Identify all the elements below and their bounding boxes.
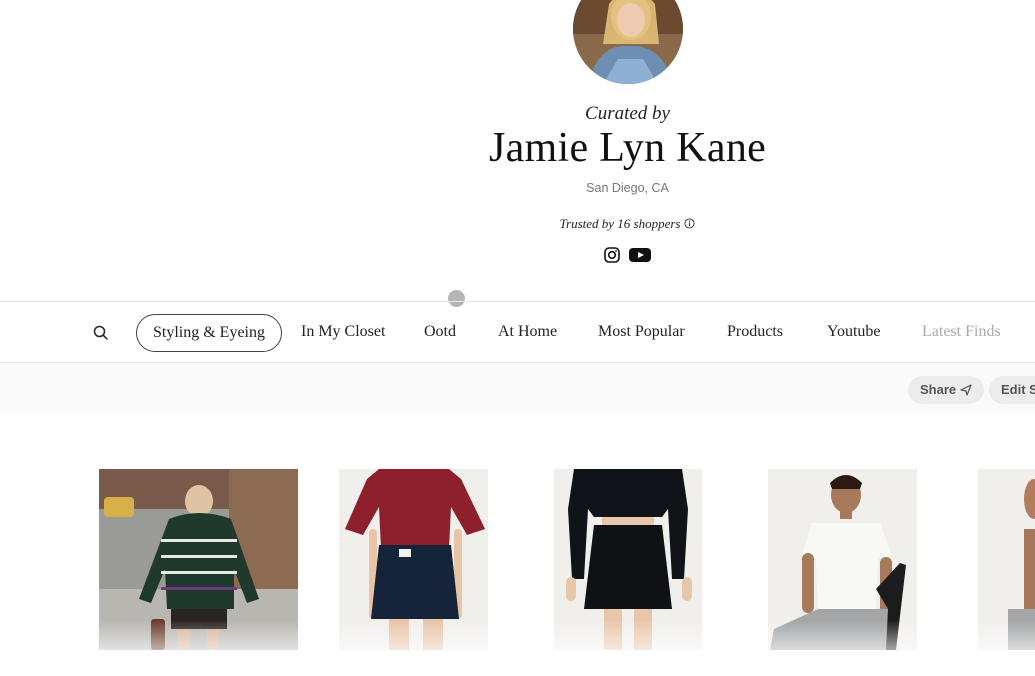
edit-button[interactable]: Edit S [989, 376, 1035, 404]
send-icon [960, 384, 972, 396]
trusted-by-label: Trusted by 16 shoppers [559, 216, 681, 231]
striped-sweater-image [99, 469, 298, 650]
tab-most-popular[interactable]: Most Popular [598, 314, 685, 352]
action-bar: Share Edit S [0, 364, 1035, 414]
avatar [573, 0, 683, 84]
tab-products[interactable]: Products [727, 314, 783, 352]
tab-styling-eyeing[interactable]: Styling & Eyeing [136, 314, 282, 352]
product-card[interactable] [768, 469, 917, 650]
tab-at-home[interactable]: At Home [498, 314, 557, 352]
info-icon[interactable] [684, 217, 696, 233]
partial-product-image [978, 469, 1035, 650]
product-card[interactable] [554, 469, 702, 650]
trusted-by-text: Trusted by 16 shoppers [0, 216, 1035, 233]
youtube-icon[interactable] [629, 247, 651, 268]
social-links [604, 247, 651, 268]
share-button[interactable]: Share [908, 376, 985, 404]
curated-by-label: Curated by [585, 103, 670, 124]
profile-location: San Diego, CA [586, 181, 669, 195]
product-card[interactable] [339, 469, 488, 650]
search-icon[interactable] [92, 324, 110, 342]
profile-name: Jamie Lyn Kane [488, 125, 767, 171]
product-card[interactable] [978, 469, 1035, 650]
instagram-icon[interactable] [604, 247, 620, 268]
product-card[interactable] [99, 469, 298, 650]
tab-youtube[interactable]: Youtube [827, 314, 881, 352]
black-cardigan-mini-skirt-image [554, 469, 702, 650]
tab-latest-finds[interactable]: Latest Finds [922, 314, 1001, 352]
red-knit-denim-skirt-image [339, 469, 488, 650]
white-tee-image [768, 469, 917, 650]
collection-tabs: Styling & Eyeing In My Closet Ootd At Ho… [0, 301, 1035, 363]
tab-ootd[interactable]: Ootd [424, 314, 456, 352]
tab-in-my-closet[interactable]: In My Closet [301, 314, 385, 352]
share-label: Share [920, 382, 957, 397]
